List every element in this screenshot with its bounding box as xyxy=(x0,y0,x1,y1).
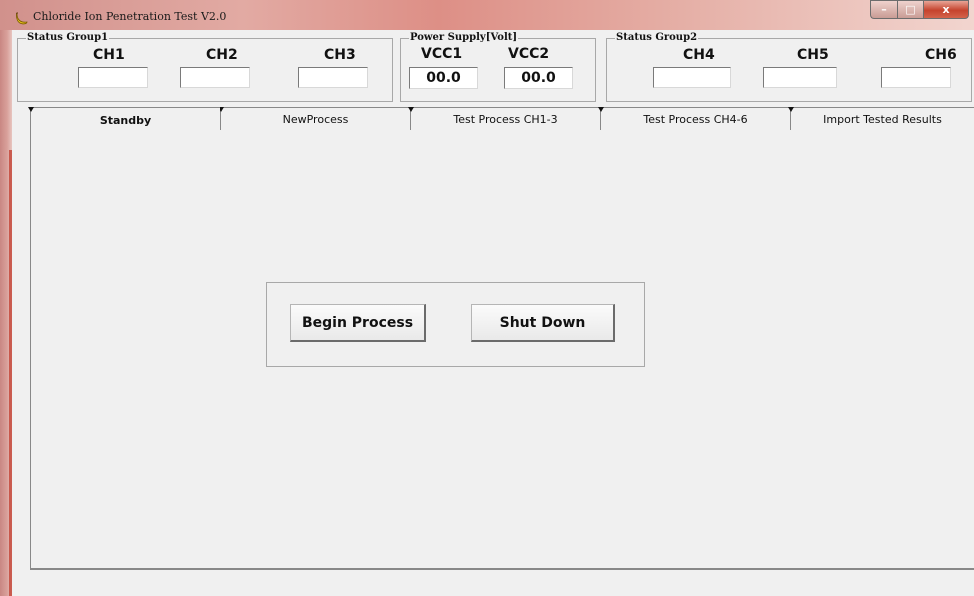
minimize-button[interactable]: – xyxy=(870,0,897,19)
banana-icon xyxy=(15,10,29,25)
tab-strip: Standby NewProcess Test Process CH1-3 Te… xyxy=(28,107,974,133)
client-area: Status Group1 CH1 CH2 CH3 Power Supply[V… xyxy=(12,30,974,596)
app-window: Chloride Ion Penetration Test V2.0 – □ x… xyxy=(0,0,974,596)
begin-process-button[interactable]: Begin Process xyxy=(290,304,426,342)
ch3-status-field[interactable] xyxy=(298,67,368,88)
ch5-label: CH5 xyxy=(797,47,829,63)
power-supply-group: Power Supply[Volt] VCC1 VCC2 00.0 00.0 xyxy=(400,32,596,102)
ch4-status-field[interactable] xyxy=(653,67,731,88)
ch3-label: CH3 xyxy=(324,47,356,63)
tab-test-process-ch4-6[interactable]: Test Process CH4-6 xyxy=(598,107,790,131)
ch5-status-field[interactable] xyxy=(763,67,837,88)
tab-import-tested-results-label: Import Tested Results xyxy=(823,112,942,126)
ch6-status-field[interactable] xyxy=(881,67,951,88)
maximize-icon: □ xyxy=(905,3,916,16)
minimize-icon: – xyxy=(881,3,887,16)
tab-standby-label: Standby xyxy=(99,114,152,127)
vcc2-value-field[interactable]: 00.0 xyxy=(504,67,573,89)
tab-marker-icon xyxy=(28,107,34,112)
tab-test-process-ch4-6-label: Test Process CH4-6 xyxy=(643,112,748,126)
standby-actions-frame: Begin Process Shut Down xyxy=(266,282,645,367)
status-group1: Status Group1 CH1 CH2 CH3 xyxy=(17,32,393,102)
status-group2-title: Status Group2 xyxy=(615,32,699,43)
vcc2-label: VCC2 xyxy=(508,46,550,62)
tab-test-process-ch1-3-label: Test Process CH1-3 xyxy=(453,112,558,126)
power-supply-title: Power Supply[Volt] xyxy=(409,32,519,43)
ch6-label: CH6 xyxy=(925,47,957,63)
tab-marker-icon xyxy=(408,107,414,112)
status-group1-title: Status Group1 xyxy=(26,32,110,43)
title-bar[interactable]: Chloride Ion Penetration Test V2.0 – □ x xyxy=(0,0,974,30)
ch1-label: CH1 xyxy=(93,47,125,63)
vcc1-value-field[interactable]: 00.0 xyxy=(409,67,478,89)
vcc1-label: VCC1 xyxy=(421,46,463,62)
window-frame-left xyxy=(0,0,12,596)
tab-newprocess[interactable]: NewProcess xyxy=(218,107,410,131)
tab-marker-icon xyxy=(598,107,604,112)
tab-standby[interactable]: Standby xyxy=(28,107,220,133)
window-controls: – □ x xyxy=(870,0,969,20)
ch1-status-field[interactable] xyxy=(78,67,148,88)
tab-marker-icon xyxy=(788,107,794,112)
ch4-label: CH4 xyxy=(683,47,715,63)
tab-newprocess-label: NewProcess xyxy=(282,112,349,126)
tab-import-tested-results[interactable]: Import Tested Results xyxy=(788,107,974,131)
shut-down-button[interactable]: Shut Down xyxy=(471,304,615,342)
ch2-status-field[interactable] xyxy=(180,67,250,88)
ch2-label: CH2 xyxy=(206,47,238,63)
tab-test-process-ch1-3[interactable]: Test Process CH1-3 xyxy=(408,107,600,131)
close-button[interactable]: x xyxy=(923,0,969,19)
close-icon: x xyxy=(942,3,950,16)
status-group2: Status Group2 CH4 CH5 CH6 xyxy=(606,32,972,102)
maximize-button[interactable]: □ xyxy=(897,0,923,19)
window-title: Chloride Ion Penetration Test V2.0 xyxy=(33,10,227,23)
